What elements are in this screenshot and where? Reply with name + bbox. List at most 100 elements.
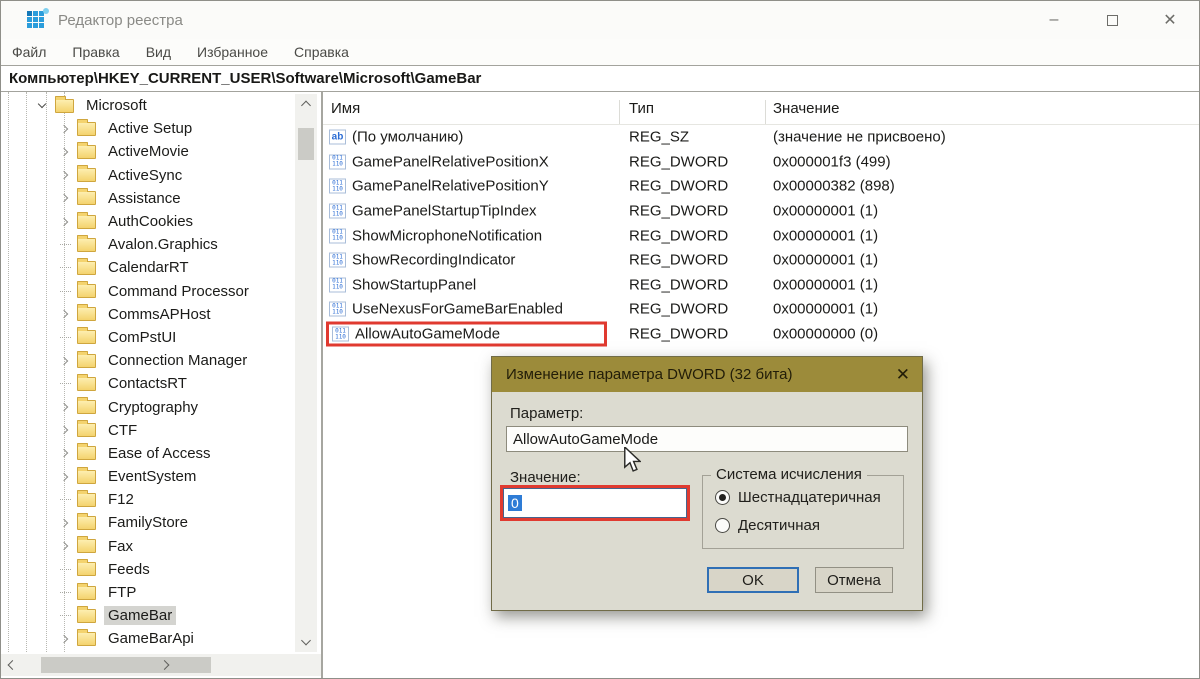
tree-item-activemovie[interactable]: ActiveMovie bbox=[1, 140, 297, 163]
chevron-right-icon[interactable] bbox=[59, 449, 69, 458]
value-name-cell[interactable]: 011 110 GamePanelRelativePositionY bbox=[329, 178, 549, 195]
tree-item-label: CalendarRT bbox=[108, 259, 189, 277]
tree-item-ease-of-access[interactable]: Ease of Access bbox=[1, 442, 297, 465]
value-name-cell[interactable]: 011 110 ShowRecordingIndicator bbox=[329, 252, 515, 269]
param-name-input[interactable] bbox=[506, 426, 908, 452]
tree-item-connection-manager[interactable]: Connection Manager bbox=[1, 349, 297, 372]
tree-horizontal-scrollbar[interactable] bbox=[1, 654, 321, 676]
chevron-right-icon[interactable] bbox=[59, 310, 69, 319]
vertical-scroll-thumb[interactable] bbox=[298, 128, 314, 160]
tree-item-commsaphost[interactable]: CommsAPHost bbox=[1, 303, 297, 326]
value-row[interactable]: ab (По умолчанию) REG_SZ (значение не присв… bbox=[323, 125, 1199, 150]
folder-icon bbox=[77, 443, 96, 461]
tree-item-cryptography[interactable]: Cryptography bbox=[1, 395, 297, 418]
column-separator[interactable] bbox=[765, 100, 766, 124]
radio-selected-icon[interactable] bbox=[715, 490, 730, 505]
chevron-right-icon[interactable] bbox=[59, 194, 69, 203]
scroll-up-icon[interactable] bbox=[301, 100, 311, 111]
column-separator[interactable] bbox=[619, 100, 620, 124]
chevron-down-icon[interactable] bbox=[37, 99, 47, 109]
tree-dotted-connector bbox=[59, 336, 71, 338]
value-row[interactable]: 011 110 GamePanelRelativePositionX REG_DWOR… bbox=[323, 150, 1199, 175]
dialog-close-button[interactable]: ✕ bbox=[896, 365, 910, 385]
value-name-cell[interactable]: 011 110 AllowAutoGameMode bbox=[326, 321, 607, 347]
dialog-title-bar: Изменение параметра DWORD (32 бита) ✕ bbox=[492, 357, 922, 392]
value-name-cell[interactable]: 011 110 ShowMicrophoneNotification bbox=[329, 227, 542, 244]
value-row[interactable]: 011 110 ShowRecordingIndicator REG_DWORD 0x0… bbox=[323, 248, 1199, 273]
tree-item-familystore[interactable]: FamilyStore bbox=[1, 511, 297, 534]
tree-item-fax[interactable]: Fax bbox=[1, 535, 297, 558]
tree-item-avalon-graphics[interactable]: Avalon.Graphics bbox=[1, 233, 297, 256]
maximize-button[interactable] bbox=[1083, 1, 1141, 39]
tree-item-label: Connection Manager bbox=[108, 352, 248, 370]
menu-view[interactable]: Вид bbox=[133, 44, 184, 60]
radio-unselected-icon[interactable] bbox=[715, 518, 730, 533]
close-button[interactable]: ✕ bbox=[1141, 1, 1199, 39]
folder-icon bbox=[77, 466, 96, 484]
value-row[interactable]: 011 110 AllowAutoGameMode REG_DWORD 0x000000… bbox=[323, 321, 1199, 347]
value-row[interactable]: 011 110 GamePanelStartupTipIndex REG_DWORD 0… bbox=[323, 199, 1199, 224]
value-name-cell[interactable]: 011 110 GamePanelRelativePositionX bbox=[329, 153, 549, 170]
value-row[interactable]: 011 110 GamePanelRelativePositionY REG_DWOR… bbox=[323, 174, 1199, 199]
value-row[interactable]: 011 110 ShowStartupPanel REG_DWORD 0x0000000… bbox=[323, 273, 1199, 298]
tree-item-calendarrt[interactable]: CalendarRT bbox=[1, 256, 297, 279]
column-header-value[interactable]: Значение bbox=[773, 100, 840, 117]
value-input[interactable]: 0 bbox=[503, 488, 687, 518]
tree-item-activesync[interactable]: ActiveSync bbox=[1, 164, 297, 187]
chevron-right-icon[interactable] bbox=[59, 170, 69, 180]
radio-decimal[interactable]: Десятичная bbox=[715, 517, 820, 534]
tree-item-ctf[interactable]: CTF bbox=[1, 419, 297, 442]
tree-item-compstui[interactable]: ComPstUI bbox=[1, 326, 297, 349]
chevron-right-icon[interactable] bbox=[59, 356, 69, 365]
column-header-type[interactable]: Тип bbox=[629, 100, 654, 117]
tree-item-label: Assistance bbox=[108, 189, 181, 207]
tree-item-command-processor[interactable]: Command Processor bbox=[1, 280, 297, 303]
menu-edit[interactable]: Правка bbox=[59, 44, 132, 60]
folder-icon bbox=[55, 95, 74, 113]
value-name: (По умолчанию) bbox=[352, 128, 464, 146]
dword-value-icon: 011 110 bbox=[329, 252, 346, 268]
tree-item-f12[interactable]: F12 bbox=[1, 488, 297, 511]
tree-item-gamebar[interactable]: GameBar bbox=[1, 604, 297, 627]
chevron-right-icon[interactable] bbox=[59, 124, 69, 134]
menu-help[interactable]: Справка bbox=[281, 44, 362, 60]
horizontal-scroll-thumb[interactable] bbox=[41, 657, 211, 673]
tree-item-assistance[interactable]: Assistance bbox=[1, 187, 297, 210]
value-name-cell[interactable]: 011 110 ShowStartupPanel bbox=[329, 276, 476, 293]
chevron-right-icon[interactable] bbox=[59, 217, 69, 226]
tree-item-ftp[interactable]: FTP bbox=[1, 581, 297, 604]
tree-item-active-setup[interactable]: Active Setup bbox=[1, 117, 297, 140]
chevron-right-icon[interactable] bbox=[59, 518, 69, 528]
value-name-cell[interactable]: ab (По умолчанию) bbox=[329, 129, 463, 146]
column-header-name[interactable]: Имя bbox=[331, 100, 360, 117]
chevron-right-icon[interactable] bbox=[59, 634, 69, 644]
scroll-left-icon[interactable] bbox=[7, 660, 18, 670]
cancel-button[interactable]: Отмена bbox=[815, 567, 893, 593]
chevron-right-icon[interactable] bbox=[59, 425, 69, 435]
value-row[interactable]: 011 110 UseNexusForGameBarEnabled REG_DWORD… bbox=[323, 297, 1199, 322]
chevron-right-icon[interactable] bbox=[59, 472, 69, 481]
minimize-button[interactable]: – bbox=[1025, 1, 1083, 39]
value-type: REG_DWORD bbox=[629, 202, 729, 220]
menu-favorites[interactable]: Избранное bbox=[184, 44, 281, 60]
tree-item-microsoft[interactable]: Microsoft bbox=[1, 94, 297, 117]
chevron-right-icon[interactable] bbox=[59, 147, 69, 157]
radio-hexadecimal[interactable]: Шестнадцатеричная bbox=[715, 489, 881, 506]
tree-vertical-scrollbar[interactable] bbox=[295, 94, 317, 652]
menu-file[interactable]: Файл bbox=[1, 44, 59, 60]
tree-item-label: AuthCookies bbox=[108, 213, 194, 231]
scroll-down-icon[interactable] bbox=[301, 635, 311, 646]
tree-item-label: GameBarApi bbox=[108, 630, 194, 648]
tree-item-authcookies[interactable]: AuthCookies bbox=[1, 210, 297, 233]
value-row[interactable]: 011 110 ShowMicrophoneNotification REG_DWOR… bbox=[323, 223, 1199, 248]
address-input[interactable] bbox=[1, 66, 1199, 91]
tree-item-gamebarapi[interactable]: GameBarApi bbox=[1, 627, 297, 650]
tree-item-contactsrt[interactable]: ContactsRT bbox=[1, 372, 297, 395]
tree-item-eventsystem[interactable]: EventSystem bbox=[1, 465, 297, 488]
chevron-right-icon[interactable] bbox=[59, 541, 69, 551]
tree-item-feeds[interactable]: Feeds bbox=[1, 558, 297, 581]
value-name-cell[interactable]: 011 110 UseNexusForGameBarEnabled bbox=[329, 301, 563, 318]
chevron-right-icon[interactable] bbox=[59, 402, 69, 412]
ok-button[interactable]: OK bbox=[707, 567, 799, 593]
value-name-cell[interactable]: 011 110 GamePanelStartupTipIndex bbox=[329, 203, 537, 220]
